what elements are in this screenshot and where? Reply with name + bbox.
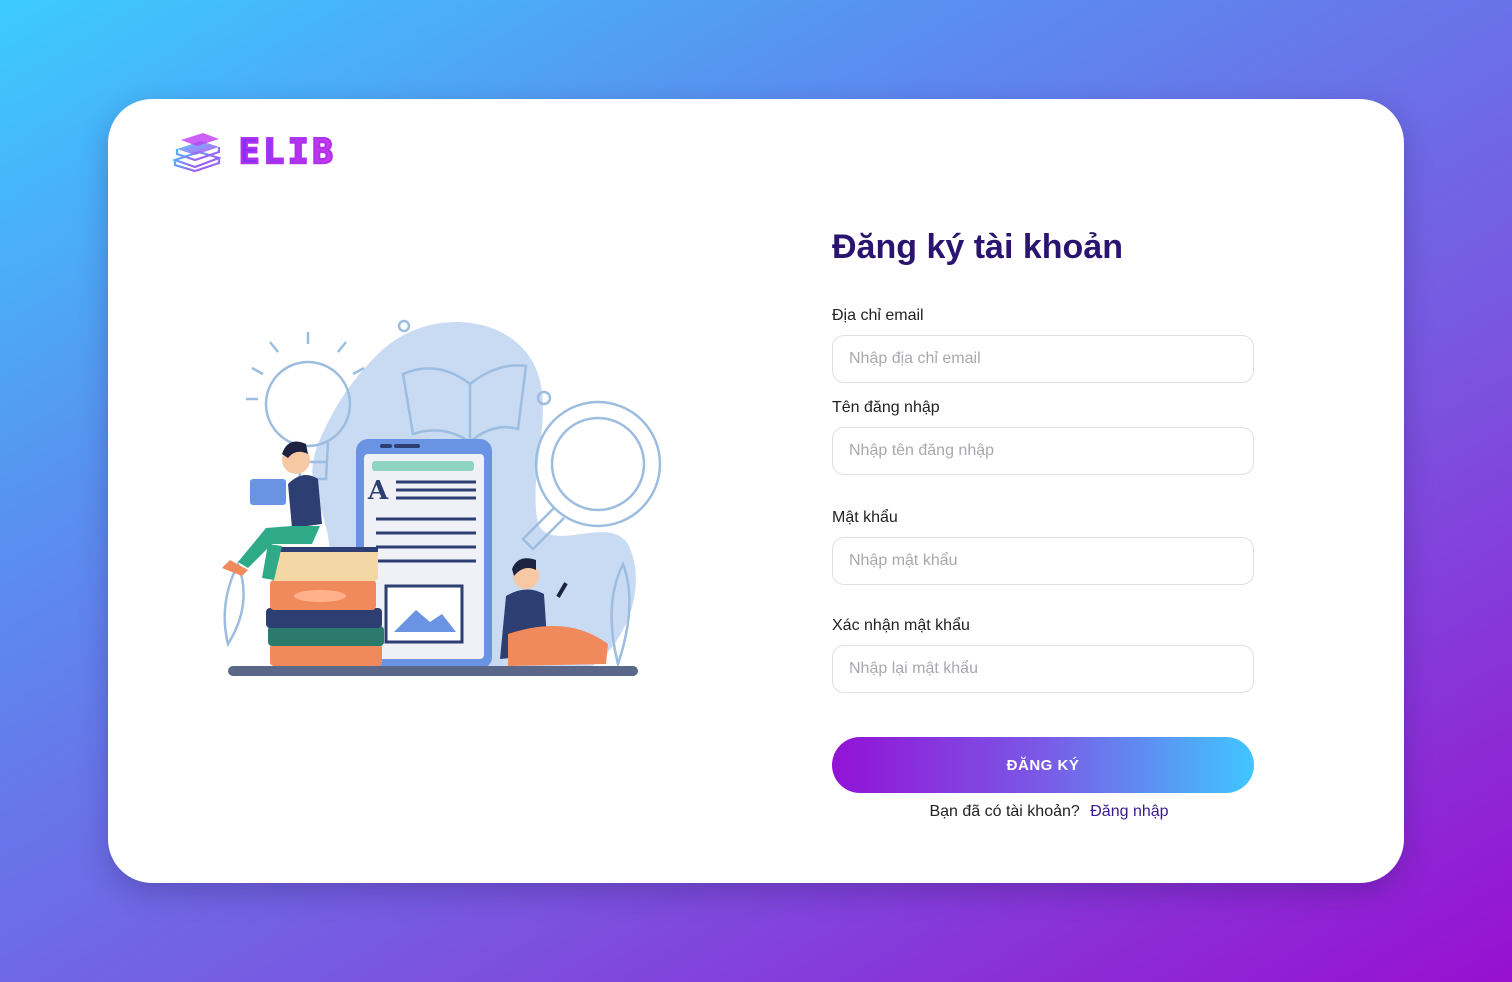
books-logo-icon	[173, 133, 221, 172]
signup-form: Đăng ký tài khoản Địa chỉ email Tên đăng…	[832, 227, 1256, 822]
email-field[interactable]	[832, 335, 1254, 383]
illustration-letter: A	[367, 476, 389, 506]
password-field[interactable]	[832, 537, 1254, 585]
page-title: Đăng ký tài khoản	[832, 228, 1123, 266]
username-label: Tên đăng nhập	[832, 399, 940, 416]
login-prompt: Bạn đã có tài khoản? Đăng nhập	[832, 802, 1256, 822]
reading-illustration: A	[222, 319, 662, 676]
username-field[interactable]	[832, 427, 1254, 475]
password-label: Mật khẩu	[832, 509, 898, 526]
confirm-password-label: Xác nhận mật khẩu	[832, 617, 970, 634]
confirm-password-field[interactable]	[832, 645, 1254, 693]
have-account-text: Bạn đã có tài khoản?	[929, 803, 1080, 820]
brand-logo[interactable]: ELIB	[173, 131, 337, 173]
email-label: Địa chỉ email	[832, 307, 924, 324]
register-button[interactable]: ĐĂNG KÝ	[832, 737, 1254, 793]
signup-card: ELIB A Đăng ký tài khoản Địa chỉ email N…	[108, 99, 1404, 883]
brand-name: ELIB	[238, 131, 337, 173]
login-link[interactable]: Đăng nhập	[1090, 803, 1168, 820]
